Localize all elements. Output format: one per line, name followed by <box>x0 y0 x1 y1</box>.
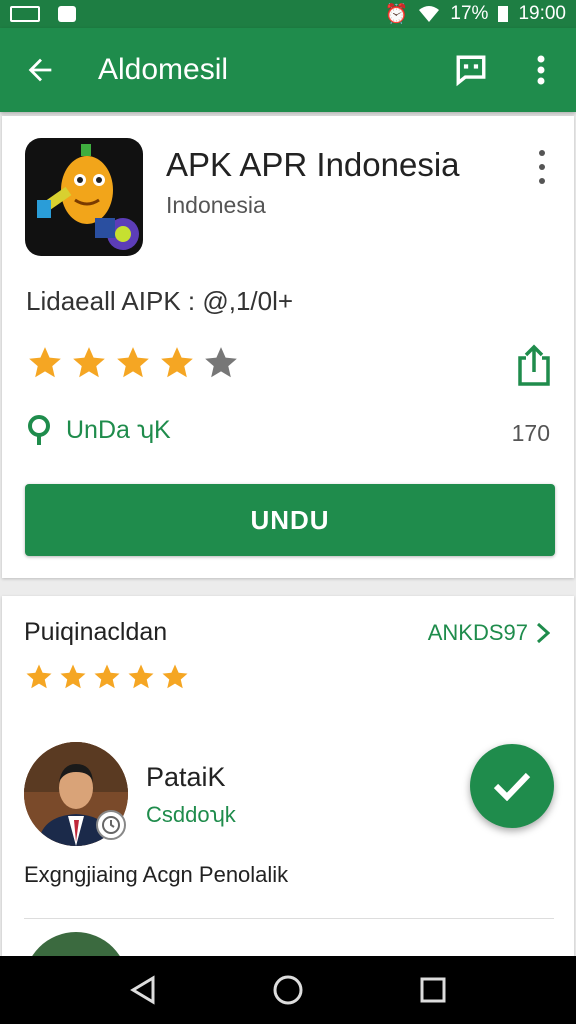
circle-home-icon <box>273 975 303 1005</box>
reviewer-name: PataiK <box>146 762 226 792</box>
triangle-back-icon <box>129 975 155 1005</box>
square-recents-icon <box>420 977 446 1003</box>
star-filled-icon <box>26 664 52 689</box>
battery-icon <box>498 6 509 22</box>
app-rating <box>26 344 240 382</box>
battery-level: 17% <box>450 3 489 24</box>
verified-badge-icon <box>96 810 126 840</box>
star-filled-icon <box>94 664 120 689</box>
app-detail-card: APK APR Indonesia Indonesia Lidaeall AIP… <box>2 116 574 578</box>
star-filled-icon <box>161 347 193 378</box>
wifi-icon <box>419 6 440 22</box>
app-notification-icon <box>58 6 76 22</box>
more-vert-icon <box>539 150 545 156</box>
check-icon <box>493 772 531 801</box>
arrow-left-icon <box>28 58 52 82</box>
share-button[interactable] <box>514 344 554 388</box>
clock: 19:00 <box>518 3 566 24</box>
back-button[interactable] <box>0 28 80 112</box>
reviews-rating <box>24 662 190 692</box>
star-filled-icon <box>117 347 149 378</box>
divider <box>24 918 554 919</box>
app-publisher[interactable]: Indonesia <box>166 192 266 219</box>
star-filled-icon <box>162 664 188 689</box>
install-button[interactable]: UNDU <box>25 484 555 556</box>
reviewer-subtitle: Csddoʮk <box>146 802 236 827</box>
chevron-right-icon <box>536 622 550 644</box>
star-filled-icon <box>60 664 86 689</box>
avatar[interactable] <box>24 932 128 956</box>
version-info: Lidaeall AIPK : @,1/0l+ <box>26 286 294 316</box>
reviews-link-label: ANKDS97 <box>427 620 528 645</box>
nav-home-button[interactable] <box>258 960 318 1020</box>
app-name: APK APR Indonesia <box>166 146 460 183</box>
share-icon <box>518 344 550 386</box>
page-title: Aldomesil <box>98 53 229 86</box>
star-filled-icon <box>73 347 105 378</box>
confirm-fab[interactable] <box>470 744 554 828</box>
star-filled-icon <box>29 347 61 378</box>
more-vert-icon <box>537 55 545 85</box>
message-button[interactable] <box>436 28 506 112</box>
app-icon <box>25 138 143 256</box>
download-count: 170 <box>511 420 550 446</box>
location-label: UnDa ʮK <box>66 415 171 444</box>
overflow-menu-button[interactable] <box>506 28 576 112</box>
nav-recents-button[interactable] <box>403 960 463 1020</box>
location-pin-icon <box>28 415 50 445</box>
app-bar: Aldomesil <box>0 28 576 112</box>
message-icon <box>456 55 486 87</box>
review-text: Exgngjiaing Acgn Penolalik <box>24 862 289 887</box>
star-filled-icon <box>128 664 154 689</box>
star-empty-icon <box>205 347 237 378</box>
navigation-bar <box>0 956 576 1024</box>
card-overflow-button[interactable] <box>530 150 554 184</box>
alarm-icon: ⏰ <box>384 4 409 25</box>
notification-icon <box>10 6 40 22</box>
reviews-title: Puiqinacldan <box>24 618 168 646</box>
nav-back-button[interactable] <box>113 960 173 1020</box>
reviews-more-link[interactable]: ANKDS97 <box>428 620 550 646</box>
status-bar: ⏰ 17% 19:00 <box>0 0 576 28</box>
location-row[interactable]: UnDa ʮK <box>26 414 171 446</box>
